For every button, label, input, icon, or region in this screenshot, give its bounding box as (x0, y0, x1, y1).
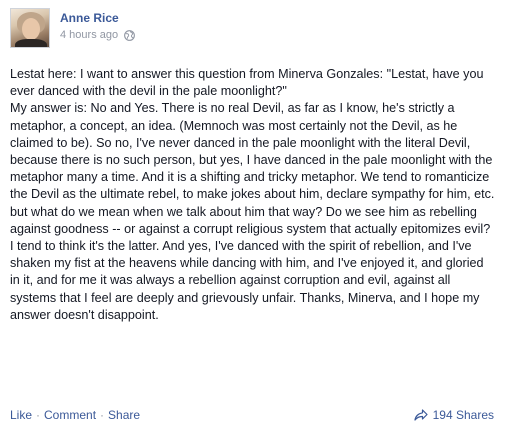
facebook-post: Anne Rice 4 hours ago Lestat here: I wan… (0, 0, 506, 431)
like-link[interactable]: Like (10, 408, 32, 422)
author-name-link[interactable]: Anne Rice (60, 10, 135, 26)
post-meta: Anne Rice 4 hours ago (60, 8, 136, 42)
post-paragraph: Lestat here: I want to answer this quest… (10, 67, 484, 99)
action-separator: · (100, 408, 105, 422)
post-actions: Like · Comment · Share (10, 408, 140, 422)
post-body: Lestat here: I want to answer this quest… (10, 66, 496, 324)
post-timeline: 4 hours ago (60, 28, 136, 42)
action-separator: · (36, 408, 41, 422)
shares-count-link[interactable]: 194 Shares (414, 408, 494, 422)
author-avatar[interactable] (10, 8, 50, 48)
share-link[interactable]: Share (108, 408, 140, 422)
post-header: Anne Rice 4 hours ago (10, 8, 136, 48)
globe-icon[interactable] (124, 29, 136, 41)
post-paragraph: My answer is: No and Yes. There is no re… (10, 101, 495, 322)
share-arrow-icon (414, 409, 428, 421)
post-timestamp-link[interactable]: 4 hours ago (60, 28, 118, 42)
comment-link[interactable]: Comment (44, 408, 96, 422)
shares-count-label: 194 Shares (432, 408, 494, 422)
